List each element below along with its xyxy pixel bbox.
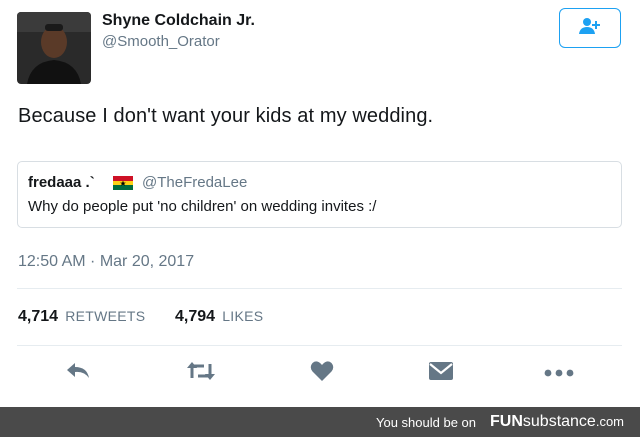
- direct-message-button[interactable]: [426, 358, 456, 388]
- retweets-label: RETWEETS: [65, 308, 146, 324]
- avatar[interactable]: [17, 12, 91, 84]
- likes-stat[interactable]: 4,794 LIKES: [175, 308, 263, 326]
- quoted-handle: @TheFredaLee: [142, 174, 248, 191]
- likes-count: 4,794: [175, 308, 216, 325]
- follow-button[interactable]: [559, 8, 621, 48]
- watermark-brand-suffix: .com: [595, 414, 624, 429]
- retweet-button[interactable]: [186, 358, 216, 388]
- watermark-bar: You should be on FUNsubstance.com: [0, 407, 640, 437]
- author-display-name[interactable]: Shyne Coldchain Jr.: [102, 12, 255, 30]
- direct-message-icon: [428, 361, 454, 386]
- watermark-prefix: You should be on: [376, 415, 477, 430]
- retweets-count: 4,714: [18, 308, 59, 325]
- quoted-display-name: fredaaa .`: [28, 174, 95, 191]
- like-button[interactable]: [307, 358, 337, 388]
- quoted-tweet[interactable]: fredaaa .` @TheFredaLee Why do people pu…: [17, 161, 622, 228]
- more-icon: [544, 364, 574, 382]
- heart-icon: [310, 360, 334, 387]
- ghana-flag-icon: [113, 176, 133, 190]
- watermark-brand-rest: substance: [522, 413, 596, 430]
- retweets-stat[interactable]: 4,714 RETWEETS: [18, 308, 145, 326]
- watermark-brand-bold: FUN: [490, 413, 523, 430]
- divider: [17, 345, 622, 346]
- tweet-text: Because I don't want your kids at my wed…: [18, 105, 434, 127]
- quoted-text: Why do people put 'no children' on weddi…: [28, 198, 377, 215]
- watermark-brand: FUNsubstance.com: [490, 413, 624, 431]
- tweet-timestamp[interactable]: 12:50 AM · Mar 20, 2017: [18, 253, 194, 271]
- retweet-icon: [186, 360, 216, 387]
- author-handle[interactable]: @Smooth_Orator: [102, 33, 220, 50]
- likes-label: LIKES: [222, 308, 264, 324]
- more-button[interactable]: [544, 358, 574, 388]
- add-user-icon: [579, 17, 601, 40]
- reply-button[interactable]: [63, 358, 93, 388]
- reply-icon: [65, 361, 91, 386]
- divider: [17, 288, 622, 289]
